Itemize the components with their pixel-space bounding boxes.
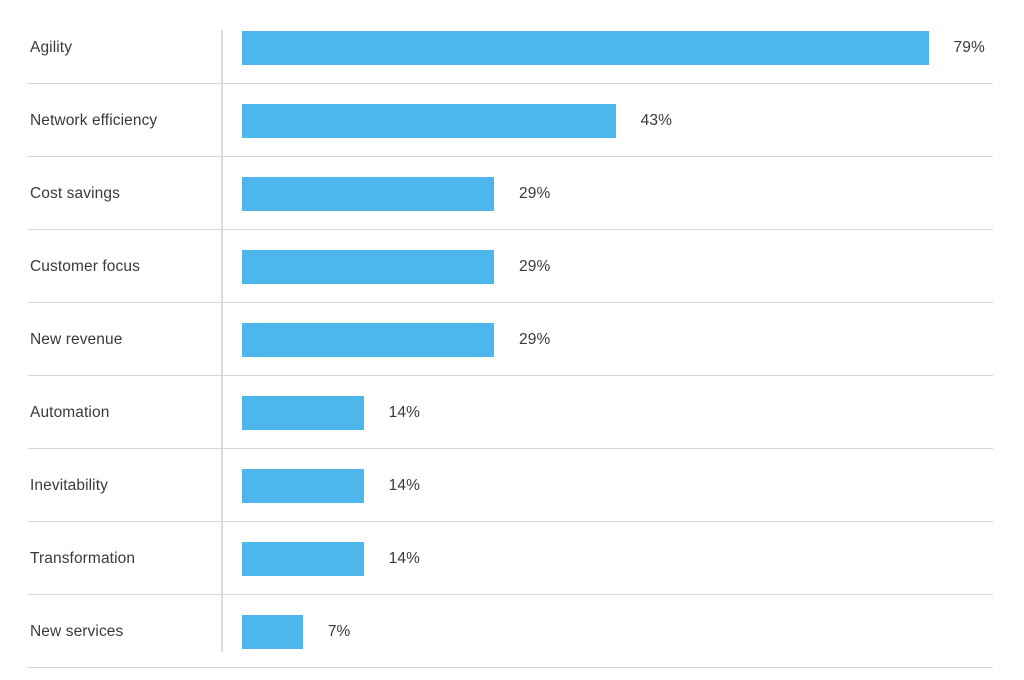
category-label: Agility <box>30 38 73 56</box>
bar-value-label: 29% <box>519 184 551 202</box>
category-label: Automation <box>30 403 110 421</box>
chart-row: Transformation 14% <box>0 522 1024 595</box>
chart-row: Inevitability 14% <box>0 449 1024 522</box>
bar-value-label: 14% <box>388 549 420 567</box>
bar-area: 7% <box>242 595 350 668</box>
bar-area: 29% <box>242 230 550 303</box>
chart-row: Cost savings 29% <box>0 157 1024 230</box>
category-label: Network efficiency <box>30 111 158 129</box>
bar[interactable] <box>242 395 364 430</box>
bar[interactable] <box>242 176 494 211</box>
bar[interactable] <box>242 249 494 284</box>
chart-row: New revenue 29% <box>0 303 1024 376</box>
bar-value-label: 79% <box>953 38 985 56</box>
bar[interactable] <box>242 103 616 138</box>
chart-row: Agility 79% <box>0 11 1024 84</box>
bar-area: 14% <box>242 449 420 522</box>
bar-area: 14% <box>242 376 420 449</box>
chart-row: New services 7% <box>0 595 1024 668</box>
category-label: Customer focus <box>30 257 140 275</box>
bar[interactable] <box>242 468 364 503</box>
bar[interactable] <box>242 30 929 65</box>
bar-value-label: 7% <box>327 622 351 640</box>
bar-area: 14% <box>242 522 420 595</box>
category-label: Transformation <box>30 549 136 567</box>
row-separator <box>28 667 993 668</box>
bar[interactable] <box>242 541 364 576</box>
bar-area: 29% <box>242 157 550 230</box>
category-label: New revenue <box>30 330 123 348</box>
bar-area: 29% <box>242 303 550 376</box>
bar[interactable] <box>242 614 303 649</box>
bar-value-label: 29% <box>519 330 551 348</box>
bar-area: 43% <box>242 84 672 157</box>
horizontal-bar-chart: Agility 79% Network efficiency 43% Cost savi… <box>0 0 1024 680</box>
bar-area: 79% <box>242 11 985 84</box>
bar[interactable] <box>242 322 494 357</box>
bar-value-label: 14% <box>388 476 420 494</box>
chart-row: Network efficiency 43% <box>0 84 1024 157</box>
bar-value-label: 14% <box>388 403 420 421</box>
category-label: Cost savings <box>30 184 120 202</box>
category-label: Inevitability <box>30 476 108 494</box>
chart-row: Automation 14% <box>0 376 1024 449</box>
bar-value-label: 29% <box>519 257 551 275</box>
bar-value-label: 43% <box>640 111 672 129</box>
category-label: New services <box>30 622 124 640</box>
chart-row: Customer focus 29% <box>0 230 1024 303</box>
